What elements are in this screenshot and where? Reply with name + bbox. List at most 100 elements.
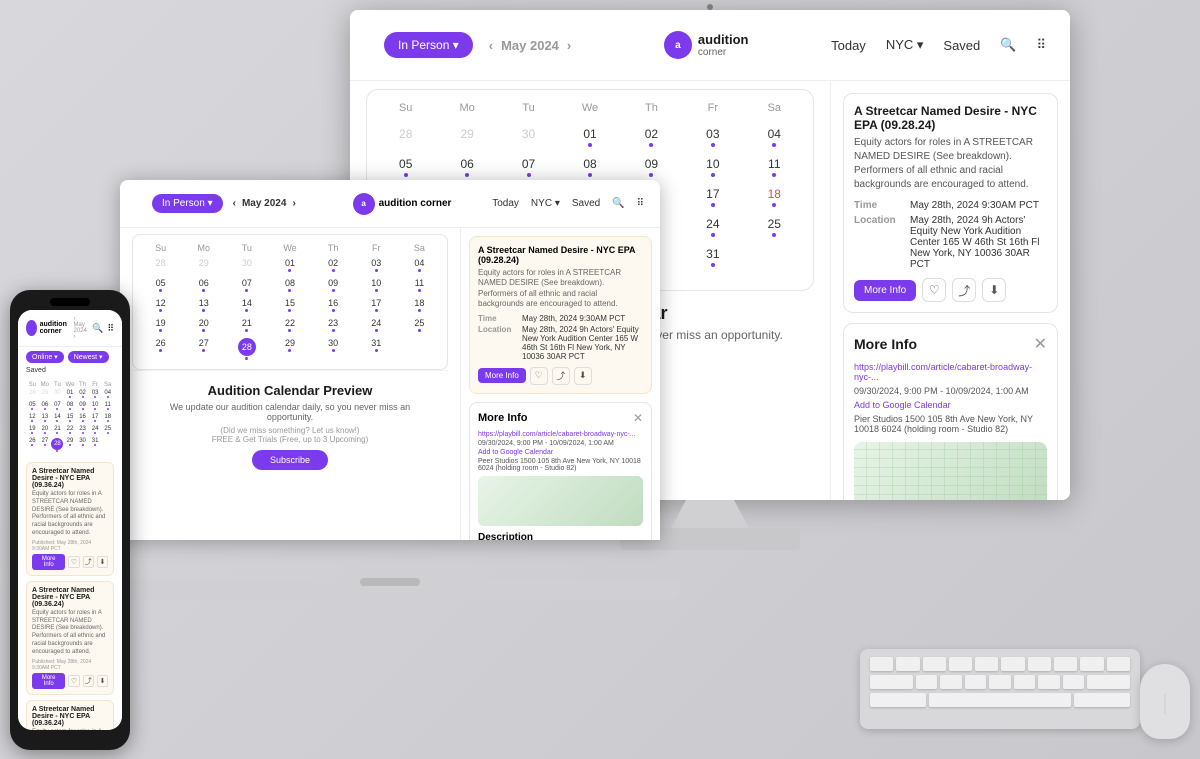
phone-share-1[interactable]: ⤴ <box>83 556 94 568</box>
table-row[interactable]: 03 <box>355 255 398 275</box>
table-row[interactable]: 12 <box>26 412 39 424</box>
phone-download-2[interactable]: ⬇ <box>97 675 108 687</box>
table-row[interactable]: 05 <box>139 275 182 295</box>
table-row[interactable]: 05 <box>375 152 436 182</box>
table-row[interactable]: 28 <box>51 436 64 454</box>
table-row[interactable] <box>101 436 114 454</box>
table-row[interactable]: 01 <box>268 255 311 275</box>
table-row[interactable]: 01 <box>559 122 620 152</box>
subscribe-button[interactable]: Subscribe <box>252 450 328 470</box>
laptop-prev-month[interactable]: ‹ <box>233 198 236 209</box>
table-row[interactable]: 06 <box>182 275 225 295</box>
add-to-calendar[interactable]: Add to Google Calendar <box>854 400 1047 410</box>
table-row[interactable]: 10 <box>89 400 102 412</box>
table-row[interactable]: 18 <box>101 412 114 424</box>
table-row[interactable]: 28 <box>225 335 268 363</box>
laptop-next-month[interactable]: › <box>292 198 295 209</box>
table-row[interactable]: 02 <box>312 255 355 275</box>
table-row[interactable]: 28 <box>26 388 39 400</box>
download-button[interactable]: ⬇ <box>982 278 1006 302</box>
table-row[interactable]: 31 <box>89 436 102 454</box>
heart-button[interactable]: ♡ <box>922 278 946 302</box>
table-row[interactable]: 07 <box>51 400 64 412</box>
laptop-mi-add-cal[interactable]: Add to Google Calendar <box>478 449 643 456</box>
table-row[interactable]: 11 <box>398 275 441 295</box>
phone-more-info-1[interactable]: More Info <box>32 554 65 570</box>
more-info-button[interactable]: More Info <box>854 280 916 301</box>
table-row[interactable]: 31 <box>682 242 743 282</box>
table-row[interactable]: 30 <box>312 335 355 363</box>
table-row[interactable]: 13 <box>182 295 225 315</box>
phone-heart-1[interactable]: ♡ <box>68 556 79 568</box>
table-row[interactable]: 25 <box>101 424 114 436</box>
table-row[interactable]: 26 <box>26 436 39 454</box>
laptop-more-info-button[interactable]: More Info <box>478 368 526 383</box>
table-row[interactable]: 30 <box>51 388 64 400</box>
table-row[interactable]: 13 <box>39 412 52 424</box>
table-row[interactable]: 17 <box>89 412 102 424</box>
table-row[interactable]: 16 <box>312 295 355 315</box>
table-row[interactable]: 04 <box>101 388 114 400</box>
table-row[interactable]: 24 <box>682 212 743 242</box>
table-row[interactable]: 20 <box>39 424 52 436</box>
laptop-in-person-button[interactable]: In Person ▾ <box>152 194 223 213</box>
table-row[interactable]: 03 <box>89 388 102 400</box>
next-month-button[interactable]: › <box>567 38 571 53</box>
table-row[interactable]: 11 <box>101 400 114 412</box>
laptop-close-button[interactable]: ✕ <box>633 411 643 425</box>
table-row[interactable]: 17 <box>355 295 398 315</box>
table-row[interactable]: 09 <box>312 275 355 295</box>
table-row[interactable]: 18 <box>398 295 441 315</box>
table-row[interactable]: 06 <box>436 152 497 182</box>
table-row[interactable]: 23 <box>312 315 355 335</box>
table-row[interactable]: 10 <box>355 275 398 295</box>
laptop-nav-saved[interactable]: Saved <box>572 198 600 209</box>
table-row[interactable]: 11 <box>744 152 805 182</box>
table-row[interactable]: 21 <box>51 424 64 436</box>
table-row[interactable]: 07 <box>498 152 559 182</box>
phone-share-2[interactable]: ⤴ <box>83 675 94 687</box>
table-row[interactable]: 24 <box>89 424 102 436</box>
table-row[interactable]: 30 <box>225 255 268 275</box>
table-row[interactable]: 14 <box>51 412 64 424</box>
search-icon[interactable]: 🔍 <box>1000 37 1016 53</box>
table-row[interactable]: 29 <box>64 436 77 454</box>
nav-nyc[interactable]: NYC ▾ <box>886 37 924 53</box>
laptop-nav-nyc[interactable]: NYC ▾ <box>531 198 560 209</box>
table-row[interactable]: 19 <box>26 424 39 436</box>
table-row[interactable]: 02 <box>76 388 89 400</box>
phone-newest-button[interactable]: Newest ▾ <box>68 351 109 363</box>
table-row[interactable]: 30 <box>498 122 559 152</box>
table-row[interactable]: 08 <box>64 400 77 412</box>
table-row[interactable]: 04 <box>744 122 805 152</box>
share-button[interactable]: ⤴ <box>952 278 976 302</box>
table-row[interactable]: 27 <box>39 436 52 454</box>
table-row[interactable]: 15 <box>268 295 311 315</box>
laptop-download-button[interactable]: ⬇ <box>574 367 592 385</box>
table-row[interactable]: 10 <box>682 152 743 182</box>
table-row[interactable]: 19 <box>139 315 182 335</box>
table-row[interactable]: 17 <box>682 182 743 212</box>
table-row[interactable]: 22 <box>64 424 77 436</box>
laptop-mi-link[interactable]: https://playbill.com/article/cabaret-bro… <box>478 431 643 438</box>
close-button[interactable]: ✕ <box>1034 334 1047 354</box>
table-row[interactable]: 08 <box>268 275 311 295</box>
laptop-search-icon[interactable]: 🔍 <box>612 198 624 209</box>
table-row[interactable]: 01 <box>64 388 77 400</box>
table-row[interactable]: 23 <box>76 424 89 436</box>
table-row[interactable]: 18 <box>744 182 805 212</box>
table-row[interactable]: 22 <box>268 315 311 335</box>
prev-month-button[interactable]: ‹ <box>489 38 493 53</box>
table-row[interactable]: 28 <box>375 122 436 152</box>
table-row[interactable]: 14 <box>225 295 268 315</box>
laptop-nav-today[interactable]: Today <box>492 198 519 209</box>
grid-icon[interactable]: ⠿ <box>1036 37 1046 53</box>
phone-online-button[interactable]: Online ▾ <box>26 351 64 363</box>
phone-download-1[interactable]: ⬇ <box>97 556 108 568</box>
table-row[interactable] <box>398 335 441 363</box>
more-info-link[interactable]: https://playbill.com/article/cabaret-bro… <box>854 362 1047 382</box>
phone-grid-icon[interactable]: ⠿ <box>107 323 114 334</box>
table-row[interactable]: 29 <box>436 122 497 152</box>
table-row[interactable]: 06 <box>39 400 52 412</box>
table-row[interactable]: 04 <box>398 255 441 275</box>
